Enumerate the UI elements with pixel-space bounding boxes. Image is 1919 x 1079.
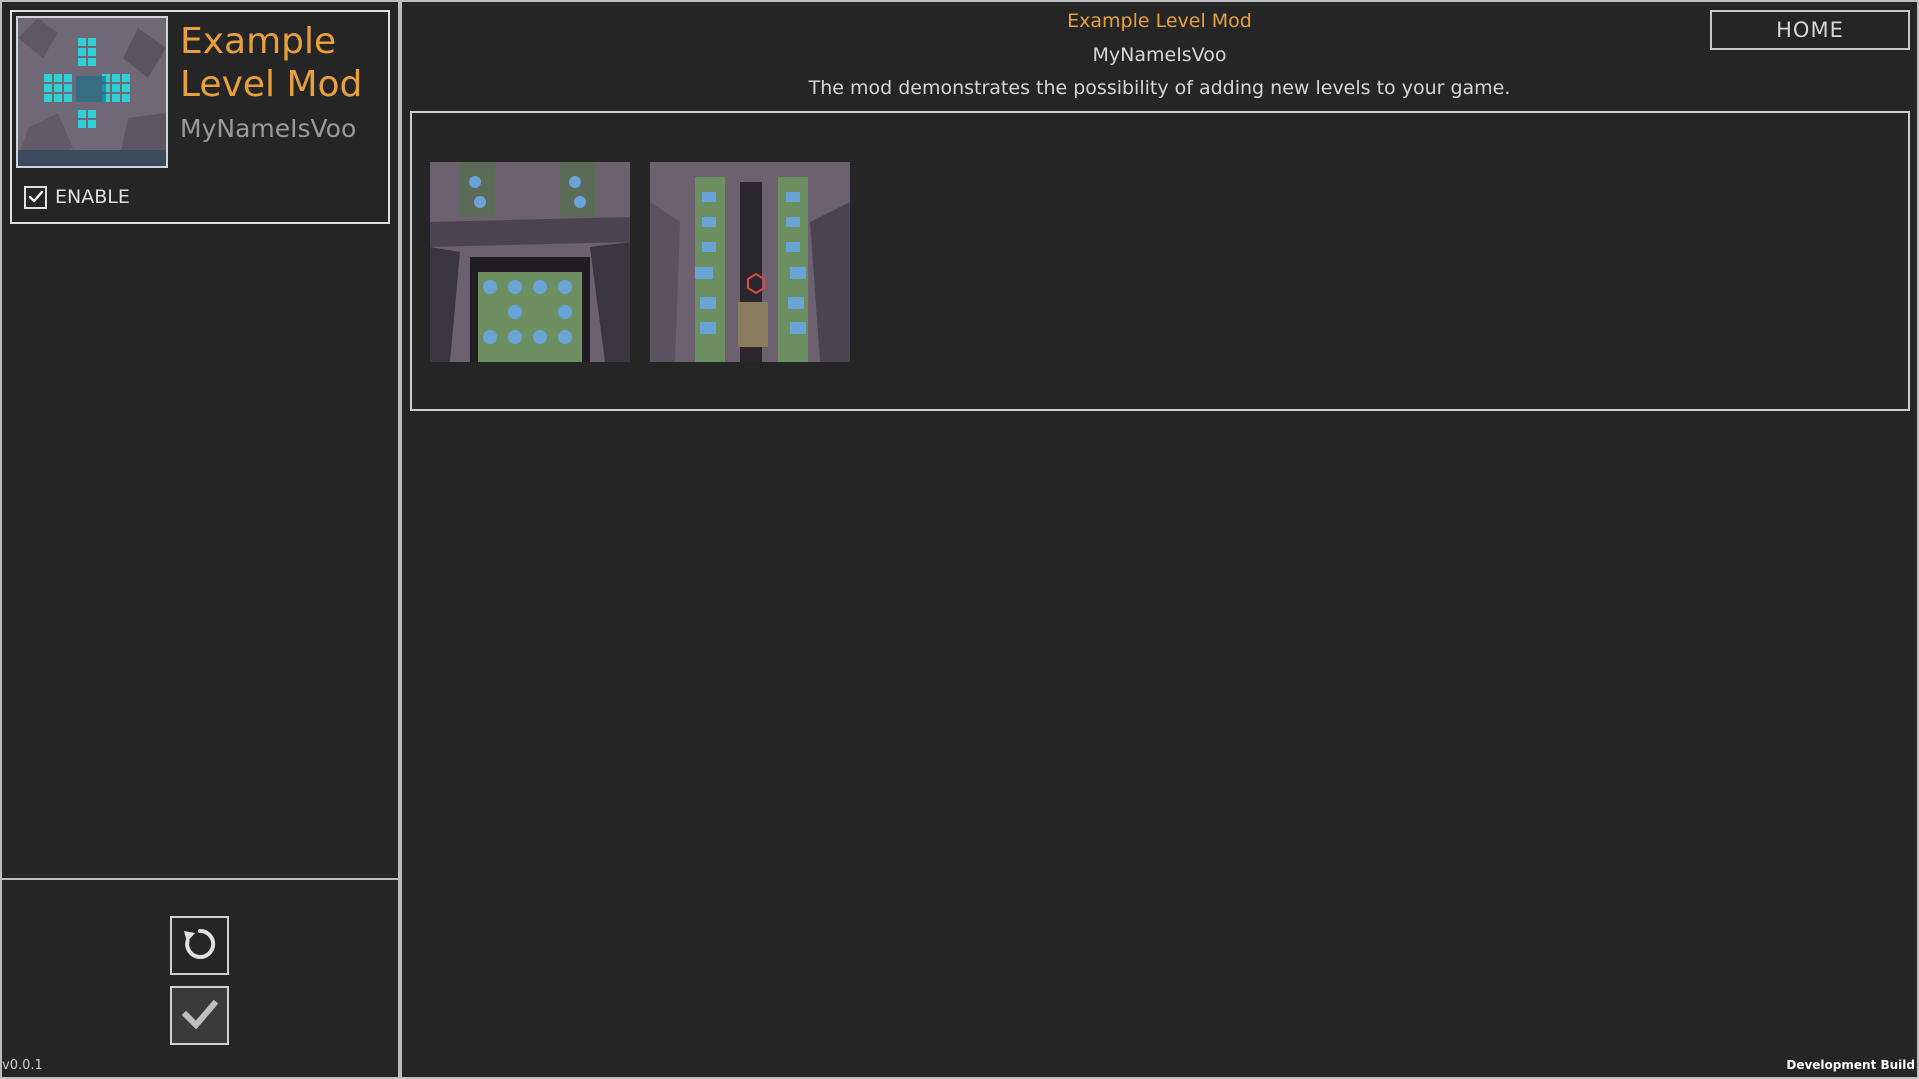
enable-toggle[interactable]: ENABLE [24,182,130,212]
reset-button[interactable] [170,916,229,975]
detail-title: Example Level Mod [1067,10,1252,32]
detail-description: The mod demonstrates the possibility of … [808,77,1511,99]
mod-author: MyNameIsVoo [180,114,357,143]
screenshot-gallery [410,111,1910,411]
mod-thumbnail [16,16,168,168]
checkbox-checked-icon[interactable] [24,185,47,209]
mod-list-item[interactable]: Example Level Mod MyNameIsVoo ENABLE [10,10,390,224]
detail-author: MyNameIsVoo [1092,44,1227,66]
mod-title: Example Level Mod [180,21,363,105]
action-panel [0,878,400,1079]
enable-label: ENABLE [55,186,130,208]
screenshot-thumbnail[interactable] [650,162,850,362]
version-label: v0.0.1 [2,1058,43,1073]
build-label: Development Build [1786,1058,1915,1072]
screenshot-thumbnail[interactable] [430,162,630,362]
checkmark-icon [180,994,220,1038]
apply-button[interactable] [170,986,229,1045]
home-button[interactable]: HOME [1710,10,1910,50]
reset-icon [181,925,219,967]
